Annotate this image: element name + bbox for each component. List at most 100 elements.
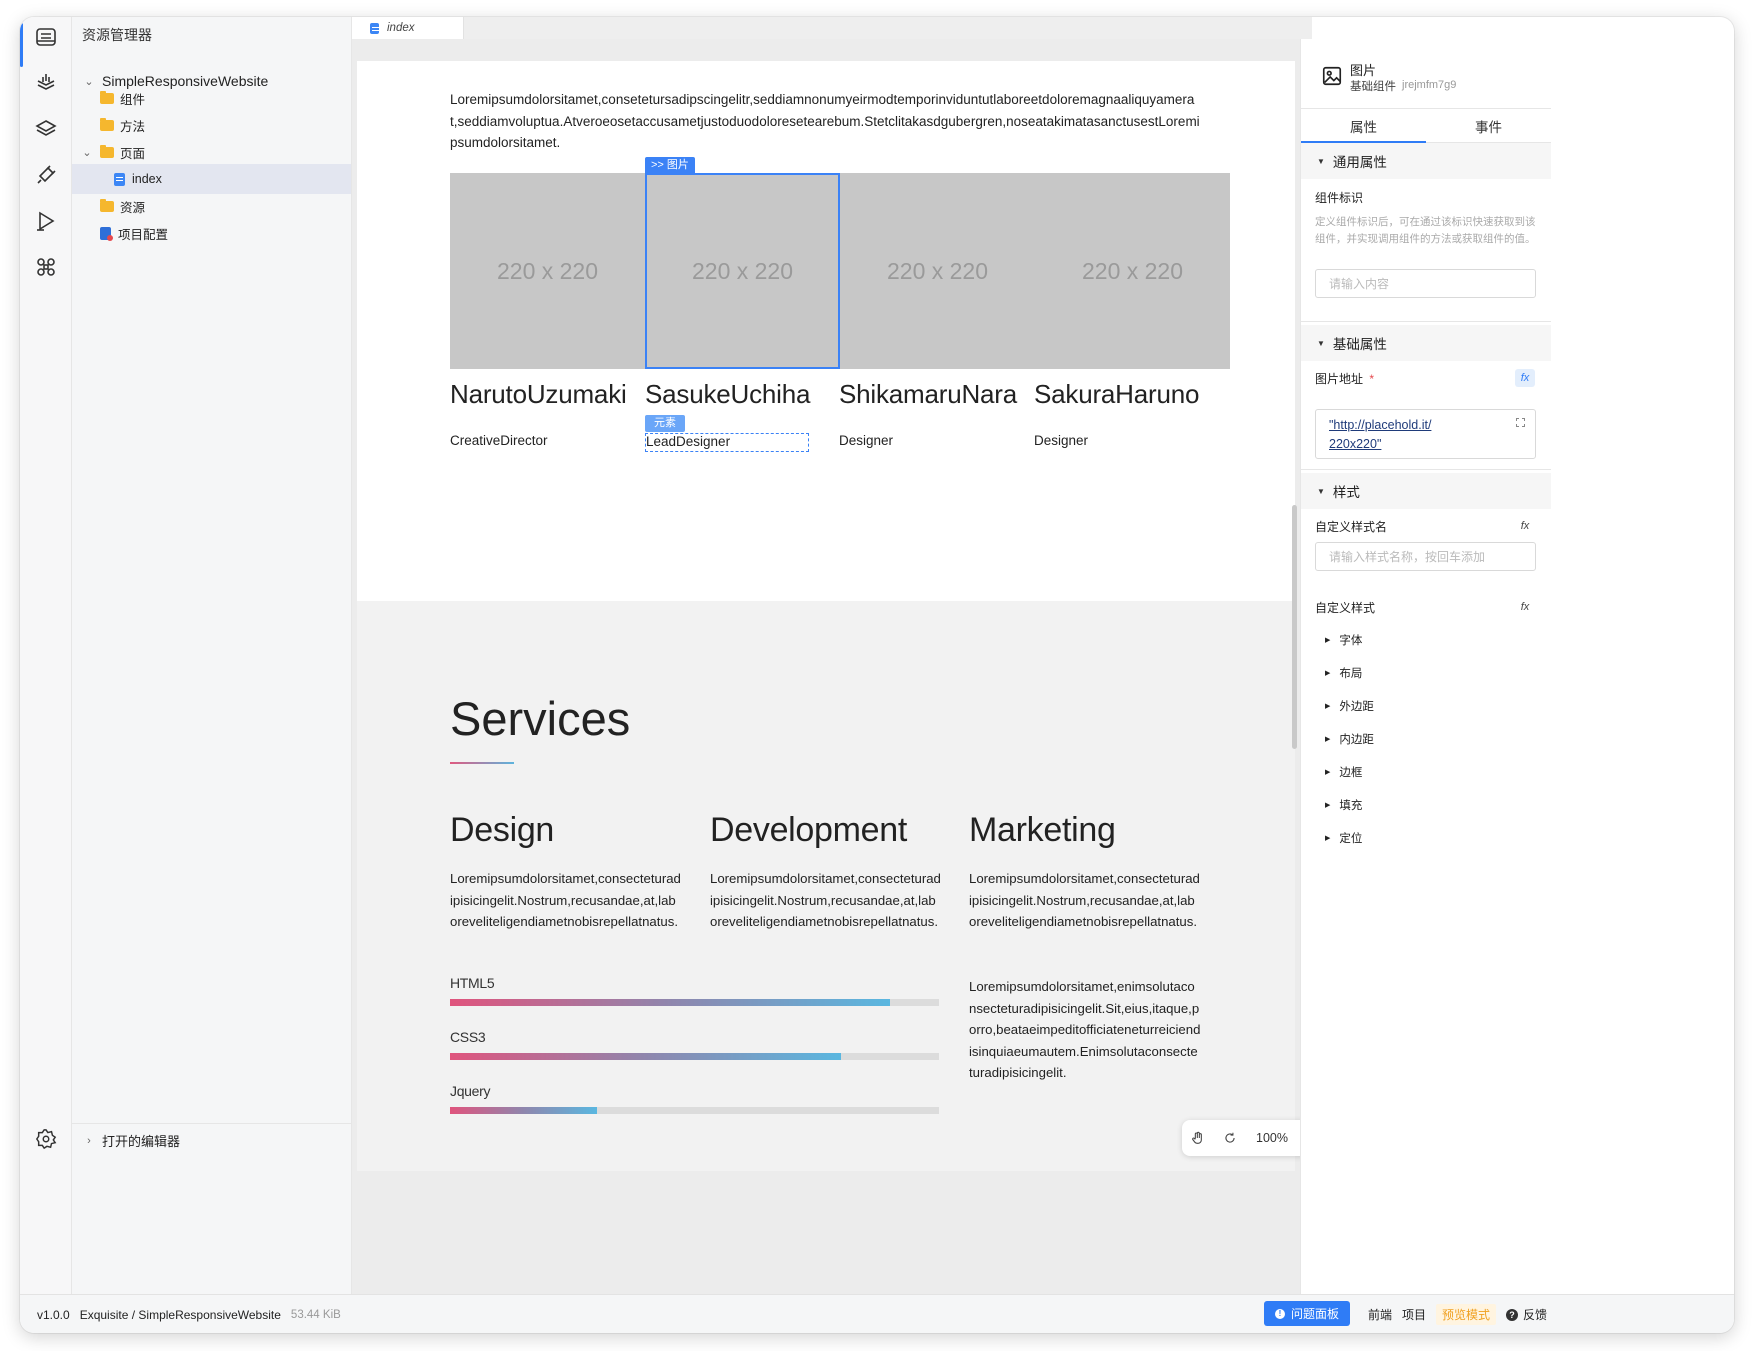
tree-item-label: 页面 — [120, 146, 146, 161]
config-file-icon — [100, 226, 113, 241]
tree-item-components[interactable]: 组件 — [72, 83, 351, 113]
style-group-border[interactable]: ▶ 边框 — [1325, 764, 1362, 780]
team-member-name[interactable]: NarutoUzumaki — [450, 379, 627, 410]
tree-item-pages[interactable]: ⌄ 页面 — [72, 137, 351, 167]
style-group-label: 边框 — [1339, 767, 1363, 779]
hand-tool-icon[interactable] — [1182, 1122, 1214, 1154]
team-member-name[interactable]: SasukeUchiha — [645, 379, 810, 410]
skill-bar[interactable] — [450, 1053, 939, 1060]
section-style[interactable]: ▼ 样式 — [1301, 473, 1551, 509]
zoom-control: 100% — [1182, 1120, 1312, 1156]
style-group-label: 布局 — [1339, 668, 1363, 680]
src-input[interactable]: "http://placehold.it/ 220x220" — [1315, 409, 1536, 459]
skill-bar-fill — [450, 1053, 842, 1060]
element-tag[interactable]: 元素 — [645, 415, 685, 432]
service-text[interactable]: Loremipsumdolorsitamet,consecteturadipis… — [710, 868, 942, 933]
tree-item-methods[interactable]: 方法 — [72, 110, 351, 140]
reset-zoom-icon[interactable] — [1214, 1122, 1246, 1154]
issues-label: 问题面板 — [1290, 1307, 1339, 1321]
page-file-icon — [370, 22, 379, 34]
style-group-font[interactable]: ▶ 字体 — [1325, 632, 1362, 648]
team-image[interactable]: 220 x 220 — [840, 173, 1035, 369]
team-member-name[interactable]: SakuraHaruno — [1034, 379, 1199, 410]
services-title[interactable]: Services — [450, 691, 630, 746]
skill-bar[interactable] — [450, 999, 939, 1006]
team-member-role[interactable]: Designer — [1034, 433, 1088, 448]
skill-label[interactable]: CSS3 — [450, 1029, 486, 1045]
tab-events[interactable]: 事件 — [1426, 109, 1551, 142]
section-basic[interactable]: ▼ 基础属性 — [1301, 325, 1551, 361]
fx-toggle[interactable]: fx — [1515, 517, 1535, 535]
style-group-label: 字体 — [1339, 635, 1363, 647]
caret-right-icon: ▶ — [1325, 802, 1331, 809]
design-canvas[interactable]: Loremipsumdolorsitamet,consetetursadipsc… — [352, 39, 1312, 1294]
components-icon[interactable] — [32, 69, 60, 97]
issues-panel-button[interactable]: ! 问题面板 — [1264, 1301, 1350, 1326]
service-text-extra[interactable]: Loremipsumdolorsitamet,enimsolutaconsect… — [969, 976, 1201, 1084]
caret-right-icon: ▶ — [1325, 637, 1331, 644]
skill-label[interactable]: Jquery — [450, 1083, 491, 1099]
service-text[interactable]: Loremipsumdolorsitamet,consecteturadipis… — [450, 868, 682, 933]
class-input[interactable]: 请输入样式名称，按回车添加 — [1315, 542, 1536, 571]
fx-toggle[interactable]: fx — [1515, 598, 1535, 616]
command-icon[interactable] — [32, 253, 60, 281]
properties-panel: 图片 基础组件 jrejmfm7g9 属性 事件 ▼ 通用属性 组件标识 定义组… — [1300, 39, 1734, 1294]
feedback-button[interactable]: ? 反馈 — [1506, 1306, 1547, 1323]
style-group-layout[interactable]: ▶ 布局 — [1325, 665, 1362, 681]
version: v1.0.0 — [37, 1307, 70, 1322]
style-group-position[interactable]: ▶ 定位 — [1325, 830, 1362, 846]
tab-index[interactable]: index — [352, 17, 464, 39]
style-group-margin[interactable]: ▶ 外边距 — [1325, 698, 1374, 714]
run-icon[interactable] — [32, 207, 60, 235]
explorer-icon[interactable] — [32, 23, 60, 51]
style-group-fill[interactable]: ▶ 填充 — [1325, 797, 1362, 813]
zoom-level[interactable]: 100% — [1256, 1131, 1288, 1145]
frontend-button[interactable]: 前端 — [1368, 1306, 1392, 1323]
team-member-name[interactable]: ShikamaruNara — [839, 379, 1017, 410]
style-group-padding[interactable]: ▶ 内边距 — [1325, 731, 1374, 747]
plugin-icon[interactable] — [32, 161, 60, 189]
service-text[interactable]: Loremipsumdolorsitamet,consecteturadipis… — [969, 868, 1201, 933]
info-icon: ! — [1274, 1308, 1285, 1319]
team-member-role-hovered[interactable]: LeadDesigner — [645, 433, 809, 452]
chevron-right-icon[interactable]: › — [82, 1135, 96, 1147]
section-title: 基础属性 — [1332, 337, 1387, 352]
layers-icon[interactable] — [32, 115, 60, 143]
service-heading[interactable]: Marketing — [969, 811, 1116, 850]
activity-bar — [20, 17, 72, 1294]
feedback-label: 反馈 — [1523, 1308, 1548, 1322]
preview-mode-button[interactable]: 预览模式 — [1436, 1304, 1497, 1325]
service-heading[interactable]: Development — [710, 811, 907, 850]
chevron-down-icon[interactable]: ⌄ — [80, 146, 94, 159]
caret-down-icon: ▼ — [1317, 156, 1325, 166]
team-member-role[interactable]: CreativeDirector — [450, 433, 548, 448]
team-image-row[interactable]: 220 x 220 >> 图片 220 x 220 220 x 220 220 … — [450, 157, 1230, 369]
team-image[interactable]: 220 x 220 — [450, 173, 645, 369]
team-member-role[interactable]: Designer — [839, 433, 893, 448]
component-header: 图片 基础组件 jrejmfm7g9 — [1301, 39, 1551, 109]
team-image-selected[interactable]: >> 图片 220 x 220 — [645, 157, 840, 369]
tree-item-project-config[interactable]: 项目配置 — [72, 218, 351, 248]
tree-item-index[interactable]: index — [72, 164, 351, 194]
canvas-scrollbar[interactable] — [1292, 505, 1297, 749]
selection-tag[interactable]: >> 图片 — [645, 157, 695, 174]
skill-bar[interactable] — [450, 1107, 939, 1114]
team-image[interactable]: 220 x 220 — [1035, 173, 1230, 369]
intro-paragraph[interactable]: Loremipsumdolorsitamet,consetetursadipsc… — [450, 89, 1200, 154]
open-editors-section[interactable]: › 打开的编辑器 — [72, 1123, 352, 1157]
services-section[interactable]: Services Design Development Marketing Lo… — [357, 601, 1295, 1171]
section-general[interactable]: ▼ 通用属性 — [1301, 143, 1551, 179]
props-tabs: 属性 事件 — [1301, 109, 1551, 143]
settings-icon[interactable] — [30, 1123, 62, 1155]
service-heading[interactable]: Design — [450, 811, 554, 850]
skill-label[interactable]: HTML5 — [450, 975, 495, 991]
page-preview[interactable]: Loremipsumdolorsitamet,consetetursadipsc… — [357, 61, 1295, 1171]
tree-item-assets[interactable]: 资源 — [72, 191, 351, 221]
src-label: 图片地址 * — [1315, 370, 1374, 387]
tab-properties[interactable]: 属性 — [1301, 109, 1426, 143]
expand-icon[interactable] — [1516, 418, 1525, 427]
project-path[interactable]: Exquisite / SimpleResponsiveWebsite — [80, 1308, 281, 1322]
project-button[interactable]: 项目 — [1402, 1306, 1426, 1323]
id-input[interactable]: 请输入内容 — [1315, 269, 1536, 298]
fx-toggle[interactable]: fx — [1515, 369, 1535, 387]
